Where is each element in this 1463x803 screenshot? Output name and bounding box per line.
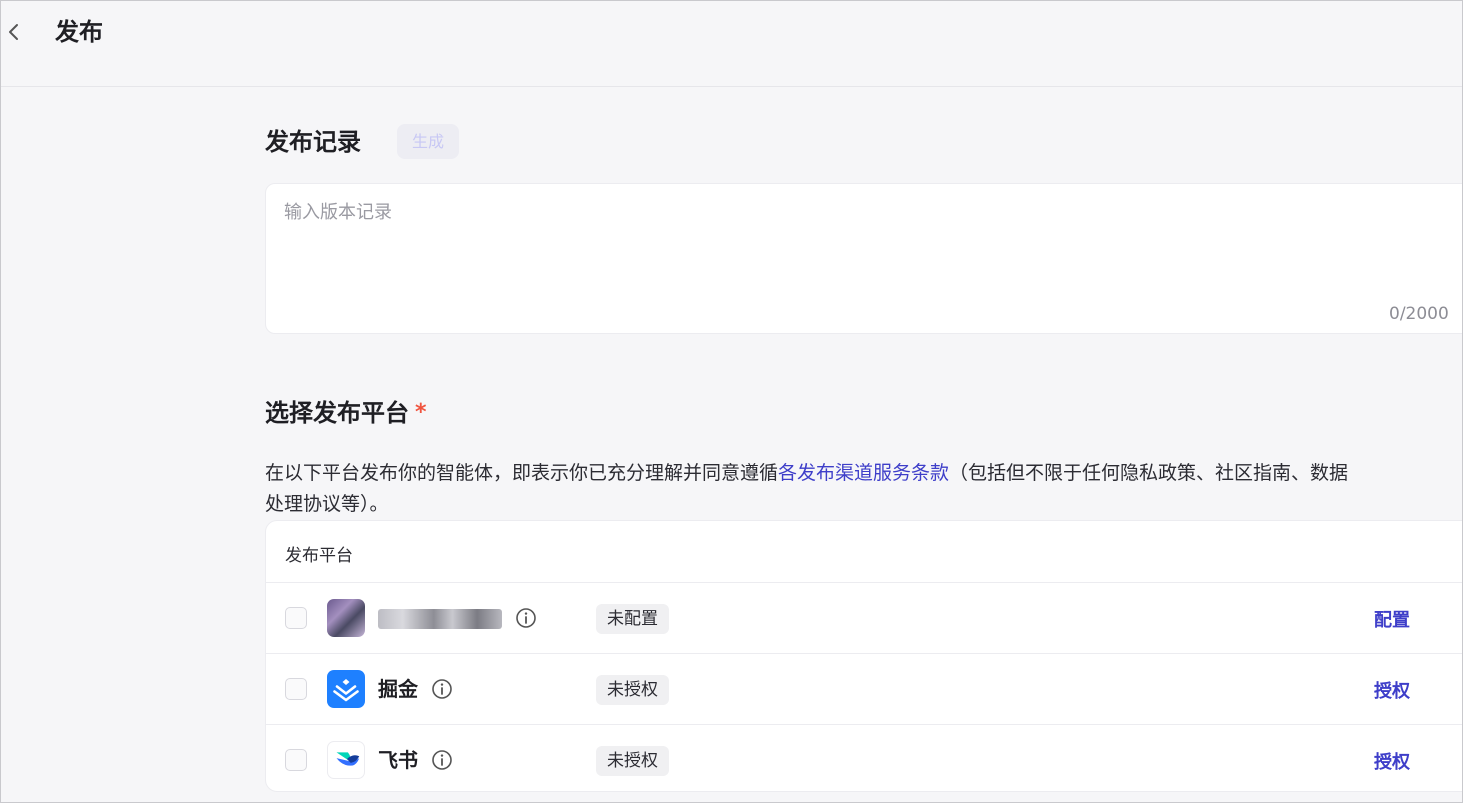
agreement-text-after: （包括但不限于任何隐私政策、社区指南、数据 [949, 462, 1349, 484]
platform-name: 飞书 [378, 748, 418, 772]
agreement-line-2: 处理协议等）。 [265, 493, 389, 515]
service-terms-link[interactable]: 各发布渠道服务条款 [778, 462, 949, 484]
platform-column-header: 发布平台 [285, 546, 353, 566]
authorize-link[interactable]: 授权 [1374, 748, 1410, 774]
back-arrow-icon[interactable] [4, 20, 24, 44]
info-icon[interactable] [431, 749, 453, 771]
publish-agreement-text: 在以下平台发布你的智能体，即表示你已充分理解并同意遵循各发布渠道服务条款（包括但… [265, 458, 1463, 520]
platform-table-header: 发布平台 [266, 521, 1463, 583]
status-badge: 未配置 [596, 604, 669, 634]
platform-checkbox[interactable] [285, 749, 307, 771]
platform-row: 飞书 未授权 授权 [266, 725, 1463, 791]
platform-name-obscured [378, 609, 502, 629]
status-badge: 未授权 [596, 675, 669, 705]
page-title: 发布 [55, 18, 103, 46]
info-icon[interactable] [515, 607, 537, 629]
release-record-title: 发布记录 [265, 128, 361, 156]
feishu-logo-icon [327, 741, 365, 779]
platform-row: 掘金 未授权 授权 [266, 654, 1463, 725]
select-platform-title: 选择发布平台 * [265, 396, 427, 430]
platform-checkbox[interactable] [285, 607, 307, 629]
status-badge: 未授权 [596, 746, 669, 776]
platform-name: 掘金 [378, 677, 418, 701]
release-record-input[interactable] [266, 184, 1463, 333]
obscured-platform-logo-icon [327, 599, 365, 637]
page-header: 发布 [0, 0, 1463, 87]
configure-link[interactable]: 配置 [1374, 606, 1410, 632]
select-platform-label: 选择发布平台 [265, 399, 409, 427]
generate-button[interactable]: 生成 [397, 124, 459, 159]
required-mark: * [415, 400, 427, 425]
agreement-text-before: 在以下平台发布你的智能体，即表示你已充分理解并同意遵循 [265, 462, 779, 484]
release-record-box: 0/2000 [265, 183, 1463, 334]
authorize-link[interactable]: 授权 [1374, 677, 1410, 703]
char-counter: 0/2000 [1389, 304, 1449, 324]
platform-table: 发布平台 未配置 配置 掘金 未授权 授权 飞书 未授权 授权 [265, 520, 1463, 792]
info-icon[interactable] [431, 678, 453, 700]
agreement-line-1: 在以下平台发布你的智能体，即表示你已充分理解并同意遵循各发布渠道服务条款（包括但… [265, 458, 1463, 489]
juejin-logo-icon [327, 670, 365, 708]
platform-checkbox[interactable] [285, 678, 307, 700]
platform-row: 未配置 配置 [266, 583, 1463, 654]
